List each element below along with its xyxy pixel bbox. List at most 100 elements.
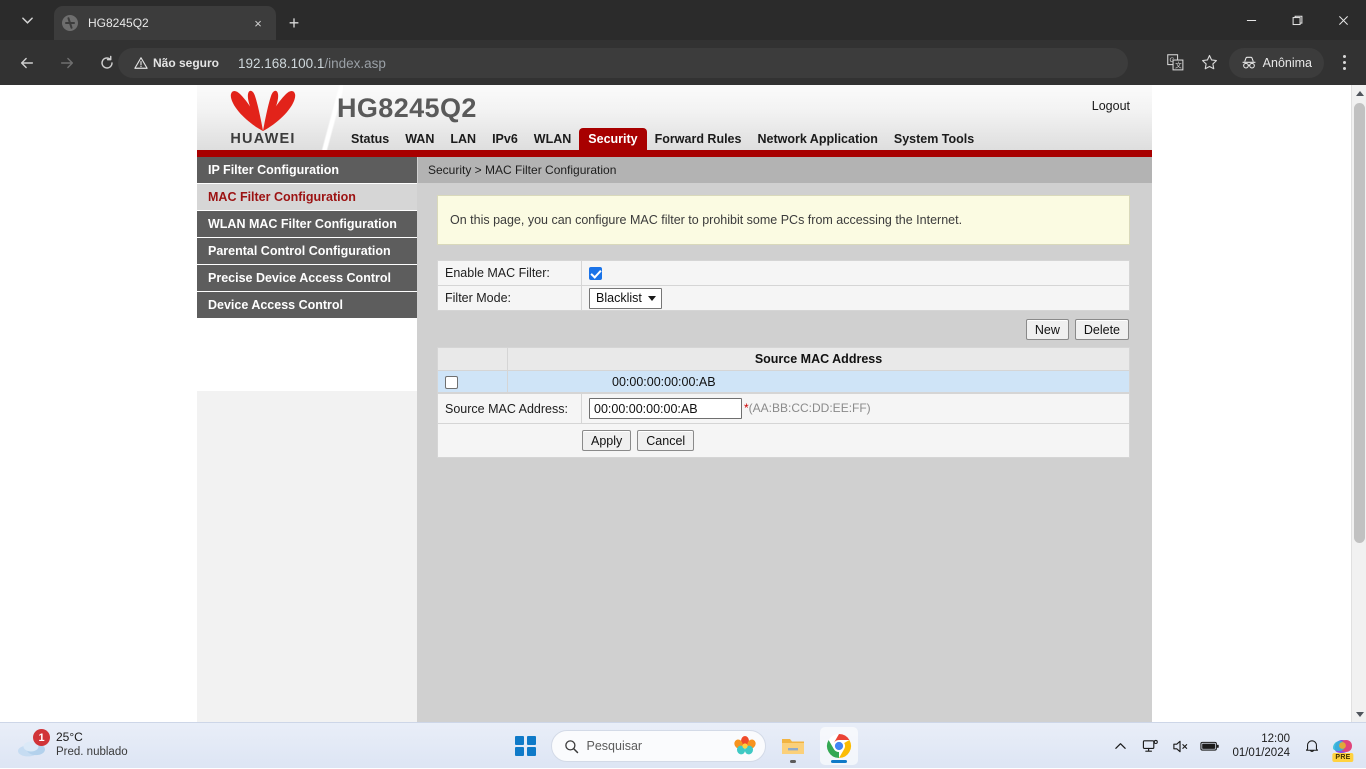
main-navigation: Status WAN LAN IPv6 WLAN Security Forwar… xyxy=(197,127,1152,150)
search-input[interactable]: Pesquisar xyxy=(550,730,766,762)
table-row-filter-mode: Filter Mode: Blacklist xyxy=(437,285,1130,311)
bell-icon[interactable] xyxy=(1298,731,1326,761)
taskbar-app-file-explorer[interactable] xyxy=(774,727,812,765)
back-button[interactable] xyxy=(10,46,44,80)
nav-item-status[interactable]: Status xyxy=(343,129,397,151)
star-icon[interactable] xyxy=(1195,48,1225,78)
new-tab-button[interactable]: + xyxy=(280,9,308,37)
filter-mode-label: Filter Mode: xyxy=(437,285,582,311)
forward-button[interactable] xyxy=(50,46,84,80)
new-button[interactable]: New xyxy=(1025,319,1069,340)
mac-address-editor: Source MAC Address: 00:00:00:00:00:AB *(A… xyxy=(437,393,1130,458)
row-select-cell xyxy=(437,370,508,393)
volume-muted-icon[interactable] xyxy=(1166,731,1194,761)
nav-item-network-application[interactable]: Network Application xyxy=(749,129,885,151)
enable-mac-filter-label: Enable MAC Filter: xyxy=(437,260,582,286)
sidebar-item-device-access-control[interactable]: Device Access Control xyxy=(197,292,417,318)
tab-title: HG8245Q2 xyxy=(88,16,149,30)
sidebar-item-parental-control[interactable]: Parental Control Configuration xyxy=(197,238,417,264)
nav-item-wan[interactable]: WAN xyxy=(397,129,442,151)
taskbar-app-google-chrome[interactable] xyxy=(819,727,858,765)
maximize-button[interactable] xyxy=(1274,0,1320,40)
close-window-button[interactable] xyxy=(1320,0,1366,40)
row-mac-address: 00:00:00:00:00:AB xyxy=(507,370,1130,393)
close-icon[interactable]: × xyxy=(248,13,268,33)
translate-icon[interactable]: G 文 xyxy=(1161,48,1191,78)
filter-mode-select[interactable]: Blacklist xyxy=(589,287,662,309)
windows-logo-icon xyxy=(515,735,536,757)
network-icon[interactable] xyxy=(1136,731,1164,761)
apply-button[interactable]: Apply xyxy=(582,430,632,451)
windows-taskbar: 1 25°C Pred. nublado Pesquisar 12:00 01/… xyxy=(0,722,1366,768)
chrome-icon xyxy=(826,734,851,758)
nav-item-security[interactable]: Security xyxy=(579,127,647,150)
warning-triangle-icon xyxy=(134,56,148,70)
select-all-column-header xyxy=(437,347,508,371)
sidebar: IP Filter Configuration MAC Filter Confi… xyxy=(197,157,417,722)
search-icon xyxy=(564,739,579,754)
start-button[interactable] xyxy=(509,729,543,763)
mac-format-text: (AA:BB:CC:DD:EE:FF) xyxy=(748,400,871,415)
nav-item-wlan[interactable]: WLAN xyxy=(526,129,580,151)
vertical-scrollbar[interactable] xyxy=(1351,85,1366,722)
table-row-enable-mac-filter: Enable MAC Filter: xyxy=(437,260,1130,286)
kebab-menu-icon[interactable] xyxy=(1330,47,1358,79)
site-security-button[interactable]: Não seguro xyxy=(130,51,228,75)
nav-item-system-tools[interactable]: System Tools xyxy=(886,129,982,151)
incognito-icon xyxy=(1241,55,1257,71)
nav-item-forward-rules[interactable]: Forward Rules xyxy=(647,129,750,151)
chevron-up-icon[interactable] xyxy=(1106,731,1134,761)
battery-icon[interactable] xyxy=(1196,731,1224,761)
row-checkbox[interactable] xyxy=(445,375,458,389)
editor-row-actions: Apply Cancel xyxy=(437,423,1130,458)
tab-strip: HG8245Q2 × + xyxy=(0,0,1366,40)
address-bar[interactable]: Não seguro 192.168.100.1/index.asp xyxy=(118,48,1128,78)
app-running-indicator xyxy=(789,760,796,763)
breadcrumb: Security > MAC Filter Configuration xyxy=(418,157,1152,183)
sidebar-item-wlan-mac-filter[interactable]: WLAN MAC Filter Configuration xyxy=(197,211,417,237)
scroll-down-icon[interactable] xyxy=(1352,706,1366,722)
tab-search-button[interactable] xyxy=(8,6,46,34)
scrollbar-thumb[interactable] xyxy=(1354,103,1365,543)
incognito-label: Anônima xyxy=(1262,55,1312,70)
minimize-button[interactable] xyxy=(1228,0,1274,40)
mac-format-hint: *(AA:BB:CC:DD:EE:FF) xyxy=(744,401,871,415)
source-mac-label: Source MAC Address: xyxy=(437,393,582,424)
scroll-up-icon[interactable] xyxy=(1352,85,1366,101)
delete-button[interactable]: Delete xyxy=(1074,319,1129,340)
logout-link[interactable]: Logout xyxy=(1092,99,1130,113)
clock[interactable]: 12:00 01/01/2024 xyxy=(1226,732,1296,760)
router-admin-page: HUAWEI HG8245Q2 Logout Status WAN LAN IP… xyxy=(197,85,1152,722)
source-mac-input[interactable]: 00:00:00:00:00:AB xyxy=(589,398,742,419)
cancel-button[interactable]: Cancel xyxy=(637,430,695,451)
info-notice: On this page, you can configure MAC filt… xyxy=(437,195,1130,245)
sidebar-item-mac-filter[interactable]: MAC Filter Configuration xyxy=(197,184,417,210)
enable-mac-filter-checkbox[interactable] xyxy=(589,267,602,281)
incognito-indicator[interactable]: Anônima xyxy=(1228,47,1324,78)
search-illustration-icon xyxy=(733,735,757,757)
weather-badge: 1 xyxy=(33,729,50,746)
sidebar-item-precise-device-access[interactable]: Precise Device Access Control xyxy=(197,265,417,291)
url-path: /index.asp xyxy=(324,55,386,71)
globe-icon xyxy=(62,15,78,31)
source-mac-column-header: Source MAC Address xyxy=(507,347,1130,371)
sidebar-item-ip-filter[interactable]: IP Filter Configuration xyxy=(197,157,417,183)
table-header-row: Source MAC Address xyxy=(437,347,1130,371)
editor-row-mac: Source MAC Address: 00:00:00:00:00:AB *(A… xyxy=(437,393,1130,424)
table-row[interactable]: 00:00:00:00:00:AB xyxy=(437,370,1130,393)
copilot-icon[interactable]: PRE xyxy=(1328,731,1358,762)
filter-settings-table: Enable MAC Filter: Filter Mode: Blacklis… xyxy=(437,260,1130,311)
router-model-title: HG8245Q2 xyxy=(337,93,477,123)
mac-address-table: Source MAC Address 00:00:00:00:00:AB xyxy=(437,347,1130,393)
window-controls xyxy=(1228,0,1366,40)
nav-item-ipv6[interactable]: IPv6 xyxy=(484,129,526,151)
source-mac-field-cell: 00:00:00:00:00:AB *(AA:BB:CC:DD:EE:FF) xyxy=(581,393,1130,424)
nav-item-lan[interactable]: LAN xyxy=(442,129,484,151)
page-viewport: HUAWEI HG8245Q2 Logout Status WAN LAN IP… xyxy=(0,85,1366,722)
editor-actions-cell: Apply Cancel xyxy=(437,423,1130,458)
chevron-down-icon xyxy=(647,295,656,301)
header-red-bar xyxy=(197,150,1152,157)
filter-mode-cell: Blacklist xyxy=(581,285,1130,311)
browser-tab[interactable]: HG8245Q2 × xyxy=(54,6,276,40)
filter-mode-value: Blacklist xyxy=(596,291,642,305)
